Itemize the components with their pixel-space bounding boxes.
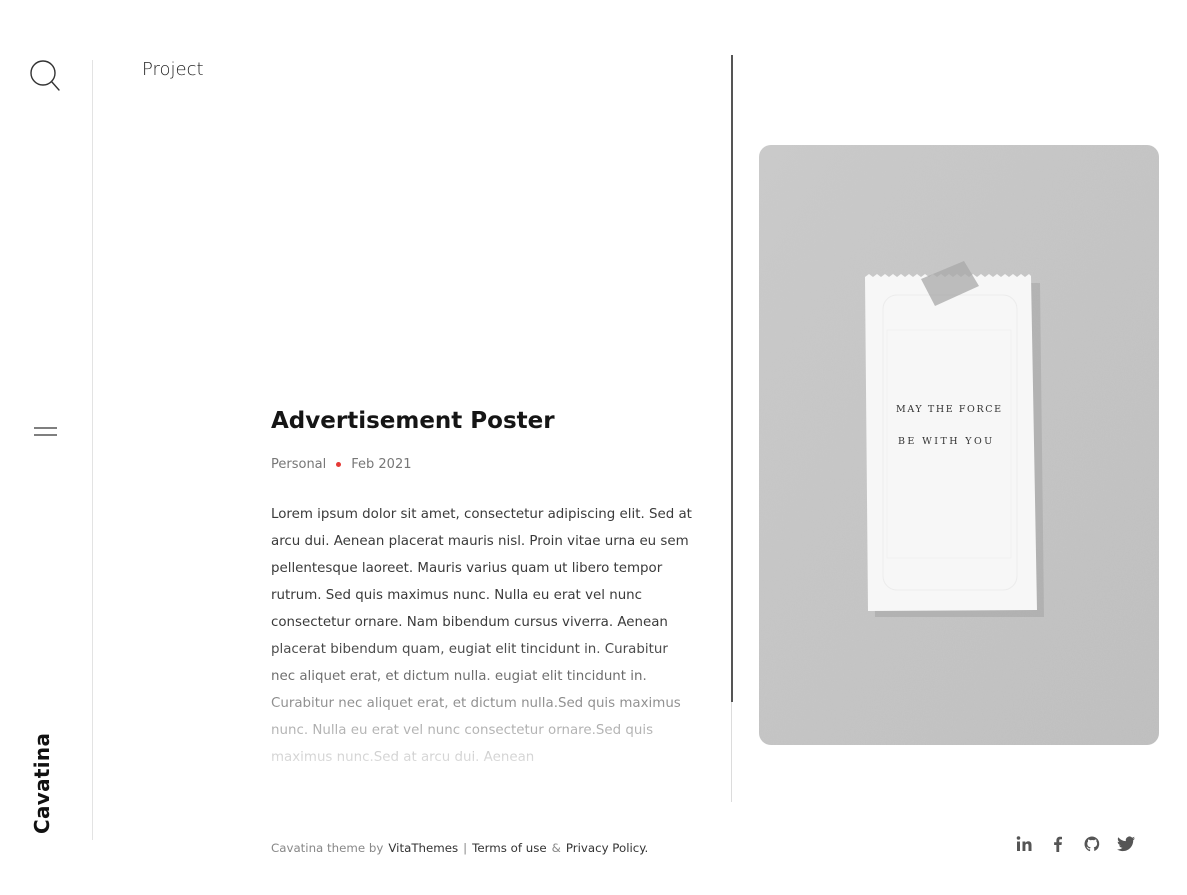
hero-image: MAY THE FORCE BE WITH YOU: [759, 145, 1159, 745]
footer-separator: |: [463, 841, 468, 855]
note-line-2: BE WITH YOU: [898, 436, 995, 447]
note-line-1: MAY THE FORCE: [896, 404, 1003, 415]
post-title: Advertisement Poster: [271, 408, 555, 434]
facebook-icon[interactable]: [1048, 834, 1068, 854]
content-divider: [731, 55, 733, 702]
post-meta: Personal Feb 2021: [271, 457, 412, 472]
social-links: [1014, 834, 1136, 854]
post-date: Feb 2021: [351, 457, 412, 472]
content-divider-lower: [731, 702, 732, 802]
meta-dot: [336, 462, 342, 467]
section-label: Project: [142, 59, 204, 80]
sidebar-divider: [92, 60, 93, 840]
footer-amp: &: [551, 841, 561, 855]
brand-logo[interactable]: Cavatina: [30, 733, 54, 834]
footer-privacy-link[interactable]: Privacy Policy.: [566, 841, 648, 855]
github-icon[interactable]: [1082, 834, 1102, 854]
footer-terms-link[interactable]: Terms of use: [472, 841, 547, 855]
footer: Cavatina theme by VitaThemes | Terms of …: [271, 841, 648, 855]
post-category[interactable]: Personal: [271, 457, 326, 472]
post-body: Lorem ipsum dolor sit amet, consectetur …: [271, 507, 692, 765]
hamburger-icon[interactable]: [30, 420, 62, 444]
twitter-icon[interactable]: [1116, 834, 1136, 854]
search-icon[interactable]: [28, 58, 64, 94]
footer-vitathemes-link[interactable]: VitaThemes: [388, 841, 458, 855]
footer-credit-prefix: Cavatina theme by: [271, 841, 384, 855]
linkedin-icon[interactable]: [1014, 834, 1034, 854]
